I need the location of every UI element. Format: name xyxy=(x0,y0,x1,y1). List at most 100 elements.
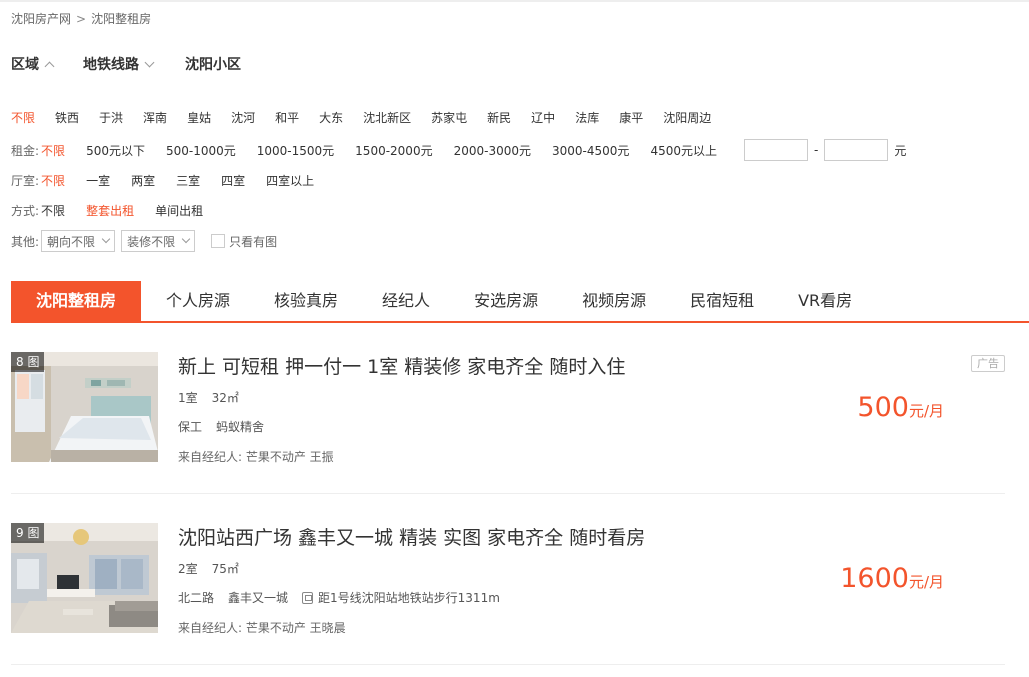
rent-max-input[interactable] xyxy=(824,139,889,161)
mode-option[interactable]: 整套出租 xyxy=(86,202,134,219)
list-item[interactable]: 8 图 新上 可短租 押一付一 1室 精装修 家电齐全 随时入住 1室 32㎡ … xyxy=(11,352,1005,494)
region-option[interactable]: 大东 xyxy=(319,109,343,126)
mode-label: 方式: xyxy=(11,204,40,218)
chevron-up-icon xyxy=(44,61,55,71)
photo-only-checkbox[interactable] xyxy=(211,234,226,248)
listing-rooms: 1室 xyxy=(178,391,198,405)
listing-type-tabs: 沈阳整租房 个人房源 核验真房 经纪人 安选房源 视频房源 民宿短租 VR看房 xyxy=(11,281,1029,323)
listing-photo[interactable]: 8 图 xyxy=(11,352,158,462)
mode-option[interactable]: 不限 xyxy=(41,202,65,219)
breadcrumb-current[interactable]: 沈阳整租房 xyxy=(91,12,151,26)
decoration-select-value: 装修不限 xyxy=(127,234,176,249)
region-option[interactable]: 于洪 xyxy=(99,109,123,126)
region-option[interactable]: 辽中 xyxy=(531,109,555,126)
region-option[interactable]: 浑南 xyxy=(143,109,167,126)
rent-option[interactable]: 1500-2000元 xyxy=(355,142,432,159)
listing-location: 保工 蚂蚁精舍 xyxy=(178,418,278,435)
orientation-select[interactable]: 朝向不限 xyxy=(41,230,116,252)
tab-whole-rent[interactable]: 沈阳整租房 xyxy=(11,281,142,321)
listing-price: 500元/月 xyxy=(857,392,944,423)
listing-agent: 来自经纪人: 芒果不动产 王晓晨 xyxy=(178,621,346,635)
rent-option[interactable]: 1000-1500元 xyxy=(257,142,334,159)
listing-price: 1600元/月 xyxy=(840,563,944,594)
tab-region-label: 区域 xyxy=(11,57,39,73)
region-option[interactable]: 苏家屯 xyxy=(431,109,467,126)
rent-min-input[interactable] xyxy=(743,139,808,161)
room-option[interactable]: 四室 xyxy=(221,172,245,189)
rent-label: 租金: xyxy=(11,143,40,158)
tab-community[interactable]: 沈阳小区 xyxy=(185,54,241,74)
tab-region[interactable]: 区域 xyxy=(11,54,55,74)
room-label: 厅室: xyxy=(11,174,40,188)
region-option[interactable]: 和平 xyxy=(275,109,299,126)
tab-short-term[interactable]: 民宿短租 xyxy=(668,281,776,321)
tab-personal[interactable]: 个人房源 xyxy=(141,281,252,321)
listing-community[interactable]: 蚂蚁精舍 xyxy=(216,418,264,435)
listing-location: 北二路 鑫丰又一城 距1号线沈阳站地铁站步行1311m xyxy=(178,589,514,606)
rent-option[interactable]: 500-1000元 xyxy=(166,142,236,159)
price-value: 1600 xyxy=(840,563,909,594)
listing-community[interactable]: 鑫丰又一城 xyxy=(228,589,288,606)
room-option[interactable]: 两室 xyxy=(131,172,155,189)
region-option[interactable]: 铁西 xyxy=(55,109,79,126)
region-option[interactable]: 新民 xyxy=(487,109,511,126)
chevron-down-icon xyxy=(144,57,155,67)
region-filter-row: 不限 铁西 于洪 浑南 皇姑 沈河 和平 大东 沈北新区 苏家屯 新民 辽中 法… xyxy=(11,109,731,126)
breadcrumb: 沈阳房产网 > 沈阳整租房 xyxy=(11,10,151,27)
region-option[interactable]: 沈北新区 xyxy=(363,109,411,126)
listing-rooms: 2室 xyxy=(178,562,198,576)
rent-option[interactable]: 3000-4500元 xyxy=(552,142,629,159)
photo-count-badge: 9 图 xyxy=(11,523,45,543)
chevron-down-icon xyxy=(181,234,191,244)
orientation-select-value: 朝向不限 xyxy=(47,234,96,249)
room-option[interactable]: 不限 xyxy=(41,172,65,189)
room-filter-row: 厅室: 不限 一室 两室 三室 四室 四室以上 xyxy=(11,172,335,189)
listing-title[interactable]: 新上 可短租 押一付一 1室 精装修 家电齐全 随时入住 xyxy=(178,352,625,379)
mode-filter-row: 方式: 不限 整套出租 单间出租 xyxy=(11,202,224,219)
price-value: 500 xyxy=(857,392,909,423)
price-unit: 元/月 xyxy=(908,573,944,591)
list-item[interactable]: 9 图 沈阳站西广场 鑫丰又一城 精装 实图 家电齐全 随时看房 2室 75㎡ … xyxy=(11,523,1005,665)
photo-count-badge: 8 图 xyxy=(11,352,45,372)
ad-badge: 广告 xyxy=(971,355,1005,372)
listing-title[interactable]: 沈阳站西广场 鑫丰又一城 精装 实图 家电齐全 随时看房 xyxy=(178,523,645,550)
region-option[interactable]: 法库 xyxy=(575,109,599,126)
tab-video[interactable]: 视频房源 xyxy=(560,281,668,321)
region-option[interactable]: 康平 xyxy=(619,109,643,126)
listing-district[interactable]: 保工 xyxy=(178,418,202,435)
listing-district[interactable]: 北二路 xyxy=(178,589,214,606)
tab-vr[interactable]: VR看房 xyxy=(776,281,874,321)
search-mode-tabs: 区域 地铁线路 沈阳小区 xyxy=(11,54,271,74)
tab-subway[interactable]: 地铁线路 xyxy=(83,54,155,74)
tab-agent[interactable]: 经纪人 xyxy=(360,281,452,321)
room-option[interactable]: 四室以上 xyxy=(266,172,314,189)
rent-option[interactable]: 2000-3000元 xyxy=(454,142,531,159)
rent-unit: 元 xyxy=(894,143,907,158)
listing-area: 32㎡ xyxy=(211,391,239,405)
listing-subway: 距1号线沈阳站地铁站步行1311m xyxy=(318,591,500,605)
region-option[interactable]: 沈河 xyxy=(231,109,255,126)
breadcrumb-home[interactable]: 沈阳房产网 xyxy=(11,12,71,26)
mode-option[interactable]: 单间出租 xyxy=(155,202,203,219)
room-option[interactable]: 三室 xyxy=(176,172,200,189)
room-option[interactable]: 一室 xyxy=(86,172,110,189)
region-option[interactable]: 沈阳周边 xyxy=(663,109,711,126)
tab-subway-label: 地铁线路 xyxy=(83,57,139,73)
photo-only-label: 只看有图 xyxy=(229,234,278,249)
breadcrumb-separator: > xyxy=(76,12,87,26)
decoration-select[interactable]: 装修不限 xyxy=(121,230,196,252)
rent-option[interactable]: 不限 xyxy=(41,142,65,159)
rent-option[interactable]: 500元以下 xyxy=(86,142,145,159)
region-option[interactable]: 皇姑 xyxy=(187,109,211,126)
tab-verified[interactable]: 核验真房 xyxy=(252,281,360,321)
other-filter-row: 其他: 朝向不限 装修不限 只看有图 xyxy=(11,230,277,252)
listing-specs: 1室 32㎡ xyxy=(178,389,253,406)
rent-option[interactable]: 4500元以上 xyxy=(650,142,717,159)
region-option[interactable]: 不限 xyxy=(11,109,35,126)
rent-filter-row: 租金: 不限 500元以下 500-1000元 1000-1500元 1500-… xyxy=(11,139,906,161)
chevron-down-icon xyxy=(101,234,111,244)
tab-community-label: 沈阳小区 xyxy=(185,57,241,73)
tab-selected[interactable]: 安选房源 xyxy=(452,281,560,321)
listing-area: 75㎡ xyxy=(211,562,239,576)
listing-photo[interactable]: 9 图 xyxy=(11,523,158,633)
